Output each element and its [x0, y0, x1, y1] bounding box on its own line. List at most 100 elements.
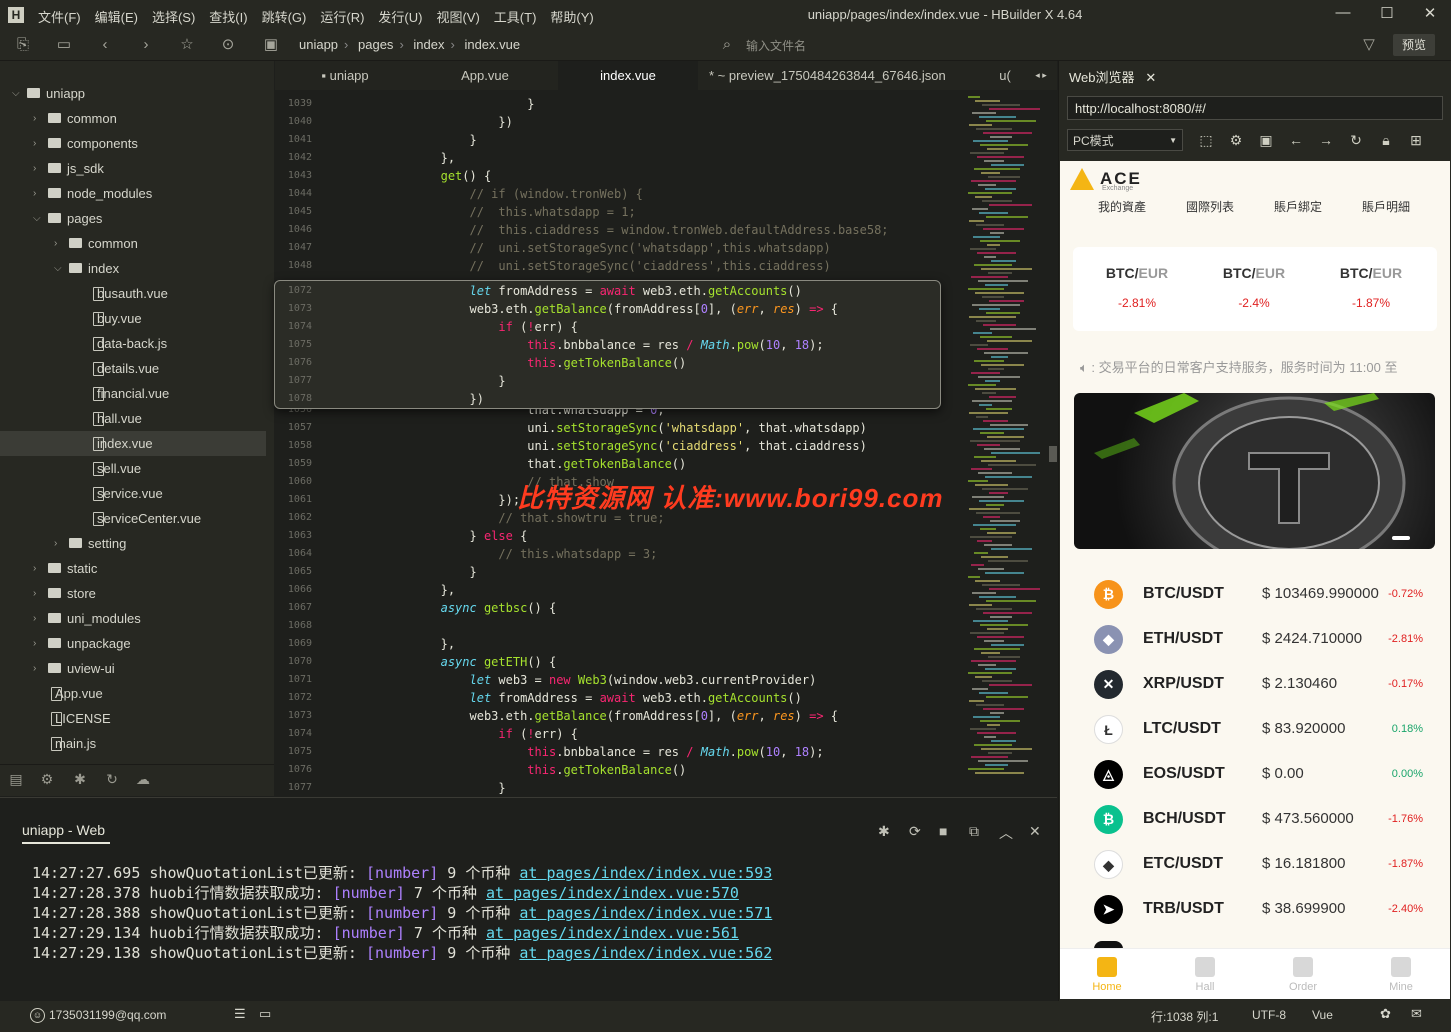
chevron-right-icon[interactable]: › — [33, 156, 43, 181]
close-tab-icon[interactable]: ✕ — [1145, 70, 1156, 85]
tree-item[interactable]: LICENSE — [0, 706, 266, 731]
forward-arrow-icon[interactable]: → — [1317, 131, 1335, 149]
breadcrumb-item[interactable]: index — [413, 37, 444, 52]
tab-overflow[interactable]: u( — [985, 61, 1025, 90]
log-source-link[interactable]: at pages/index/index.vue:593 — [519, 864, 772, 882]
nav-account-details[interactable]: 賬戶明細 — [1346, 198, 1426, 215]
sync-icon[interactable]: ↻ — [103, 771, 121, 789]
chevron-down-icon[interactable]: ⌵ — [54, 256, 64, 281]
minimize-button[interactable]: — — [1323, 4, 1363, 26]
file-search-input[interactable]: 输入文件名 — [746, 37, 806, 54]
bookmark-star-icon[interactable]: ☆ — [178, 36, 196, 54]
list-icon[interactable]: ☰ — [234, 1006, 246, 1022]
chevron-down-icon[interactable]: ⌵ — [33, 206, 43, 231]
coin-row[interactable]: ₿ BTC/USDT $ 103469.990000 -0.72% — [1060, 572, 1450, 617]
browser-tab[interactable]: Web浏览器 ✕ — [1069, 67, 1156, 86]
collapse-up-icon[interactable]: ︿ — [999, 823, 1013, 843]
minimap[interactable] — [950, 90, 1057, 796]
coin-row[interactable]: ➤ TRB/USDT $ 38.699900 -2.40% — [1060, 887, 1450, 932]
tree-item[interactable]: › components — [0, 131, 266, 156]
coin-row[interactable]: ◬ EOS/USDT $ 0.00 0.00% — [1060, 752, 1450, 797]
tab-preview-json[interactable]: * ~ preview_1750484263844_67646.json — [701, 61, 981, 90]
menu-item[interactable]: 选择(S) — [152, 7, 195, 26]
preview-button[interactable]: 预览 — [1393, 34, 1435, 56]
tree-item[interactable]: index.vue — [0, 431, 266, 456]
nav-account-binding[interactable]: 賬戶綁定 — [1258, 198, 1338, 215]
tree-item[interactable]: › uview-ui — [0, 656, 266, 681]
notification-icon[interactable]: ✿ — [1380, 1006, 1391, 1022]
tab-index-vue[interactable]: index.vue — [558, 61, 698, 90]
cloud-icon[interactable]: ☁ — [134, 771, 152, 789]
message-icon[interactable]: ✉ — [1411, 1006, 1422, 1022]
filter-icon[interactable]: ▽ — [1360, 36, 1378, 54]
tree-item[interactable]: App.vue — [0, 681, 266, 706]
maximize-button[interactable]: ☐ — [1367, 4, 1407, 26]
open-external-icon[interactable]: ⧉ — [969, 823, 979, 840]
tree-item[interactable]: buy.vue — [0, 306, 266, 331]
stop-icon[interactable]: ■ — [939, 823, 947, 839]
tree-item[interactable]: ⌵ pages — [0, 206, 266, 231]
coin-row[interactable]: Ł LTC/USDT $ 83.920000 0.18% — [1060, 707, 1450, 752]
menu-item[interactable]: 跳转(G) — [262, 7, 307, 26]
menu-item[interactable]: 发行(U) — [378, 7, 422, 26]
back-icon[interactable]: ‹ — [96, 36, 114, 54]
breadcrumb-item[interactable]: pages — [358, 37, 393, 52]
nav-my-assets[interactable]: 我的資產 — [1082, 198, 1162, 215]
nav-home[interactable]: Home — [1077, 957, 1137, 993]
tree-item[interactable]: financial.vue — [0, 381, 266, 406]
device-mode-select[interactable]: PC模式 ▼ — [1067, 129, 1183, 151]
tree-item[interactable]: › js_sdk — [0, 156, 266, 181]
chevron-right-icon[interactable]: › — [33, 606, 43, 631]
tab-app-vue[interactable]: App.vue — [415, 61, 555, 90]
settings-gear-icon[interactable]: ⚙ — [1227, 131, 1245, 149]
menu-item[interactable]: 查找(I) — [209, 7, 247, 26]
console-title[interactable]: uniapp - Web — [22, 822, 105, 838]
menu-item[interactable]: 视图(V) — [436, 7, 479, 26]
log-source-link[interactable]: at pages/index/index.vue:571 — [519, 904, 772, 922]
language-mode[interactable]: Vue — [1312, 1008, 1333, 1022]
terminal-icon[interactable]: ▭ — [259, 1006, 271, 1022]
user-avatar-icon[interactable]: ☺ — [30, 1008, 45, 1023]
debug-icon[interactable]: ✱ — [878, 823, 890, 840]
tree-item[interactable]: details.vue — [0, 356, 266, 381]
coin-row[interactable]: ◆ ETH/USDT $ 2424.710000 -2.81% — [1060, 617, 1450, 662]
tree-item[interactable]: › common — [0, 106, 266, 131]
promo-banner-image[interactable] — [1074, 393, 1435, 549]
refresh-icon[interactable]: ↻ — [1347, 131, 1365, 149]
tree-item[interactable]: hall.vue — [0, 406, 266, 431]
new-file-icon[interactable]: ⎘ — [14, 36, 32, 54]
notice-bar[interactable]: 🔈︎ : 交易平台的日常客户支持服务，服务时间为 11:00 至 — [1080, 357, 1397, 376]
chevron-down-icon[interactable]: ⌵ — [12, 81, 22, 106]
nav-order[interactable]: Order — [1273, 957, 1333, 993]
chevron-right-icon[interactable]: › — [33, 581, 43, 606]
chevron-right-icon[interactable]: › — [33, 631, 43, 656]
tree-item[interactable]: ⌵ index — [0, 256, 266, 281]
log-source-link[interactable]: at pages/index/index.vue:570 — [486, 884, 739, 902]
menu-item[interactable]: 编辑(E) — [95, 7, 138, 26]
clear-console-icon[interactable]: ✕ — [1029, 823, 1041, 840]
ticker-item[interactable]: BTC/EUR -2.81% — [1087, 265, 1187, 310]
tree-item[interactable]: ⌵ uniapp — [0, 81, 266, 106]
ticker-item[interactable]: BTC/EUR -1.87% — [1321, 265, 1421, 310]
lock-icon[interactable]: 🔒︎ — [1377, 131, 1395, 149]
tree-item[interactable]: › unpackage — [0, 631, 266, 656]
close-button[interactable]: ✕ — [1410, 4, 1450, 26]
tab-scroll-arrows-icon[interactable]: ◂ ▸ — [1027, 61, 1055, 90]
encoding[interactable]: UTF-8 — [1252, 1008, 1286, 1022]
tree-item[interactable]: › common — [0, 231, 266, 256]
tree-item[interactable]: service.vue — [0, 481, 266, 506]
bug-icon[interactable]: ✱ — [71, 771, 89, 789]
chevron-right-icon[interactable]: › — [33, 656, 43, 681]
chevron-right-icon[interactable]: › — [54, 531, 64, 556]
run-icon[interactable]: ⊙ — [219, 36, 237, 54]
menu-item[interactable]: 帮助(Y) — [550, 7, 593, 26]
coin-row[interactable]: ₿ BCH/USDT $ 473.560000 -1.76% — [1060, 797, 1450, 842]
restart-icon[interactable]: ⟳ — [909, 823, 921, 840]
plugin-icon[interactable]: ⚙ — [38, 771, 56, 789]
tree-item[interactable]: › store — [0, 581, 266, 606]
menu-item[interactable]: 工具(T) — [494, 7, 537, 26]
tree-item[interactable]: › uni_modules — [0, 606, 266, 631]
save-icon[interactable]: ▭ — [55, 36, 73, 54]
back-arrow-icon[interactable]: ← — [1287, 131, 1305, 149]
chevron-right-icon[interactable]: › — [33, 106, 43, 131]
